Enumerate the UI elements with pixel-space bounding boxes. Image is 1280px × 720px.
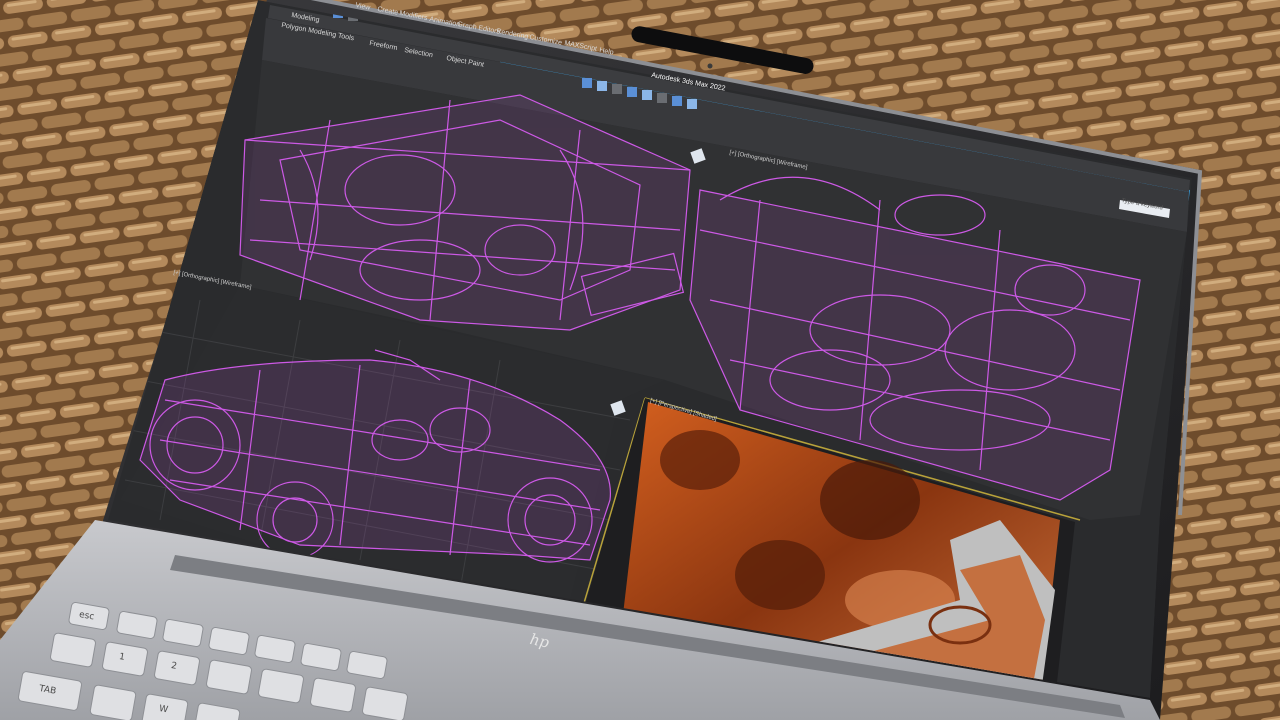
- key-w[interactable]: W: [158, 704, 169, 715]
- hp-logo: hp: [528, 630, 551, 652]
- webcam-icon: [707, 63, 713, 69]
- laptop-photo: [0, 0, 1280, 720]
